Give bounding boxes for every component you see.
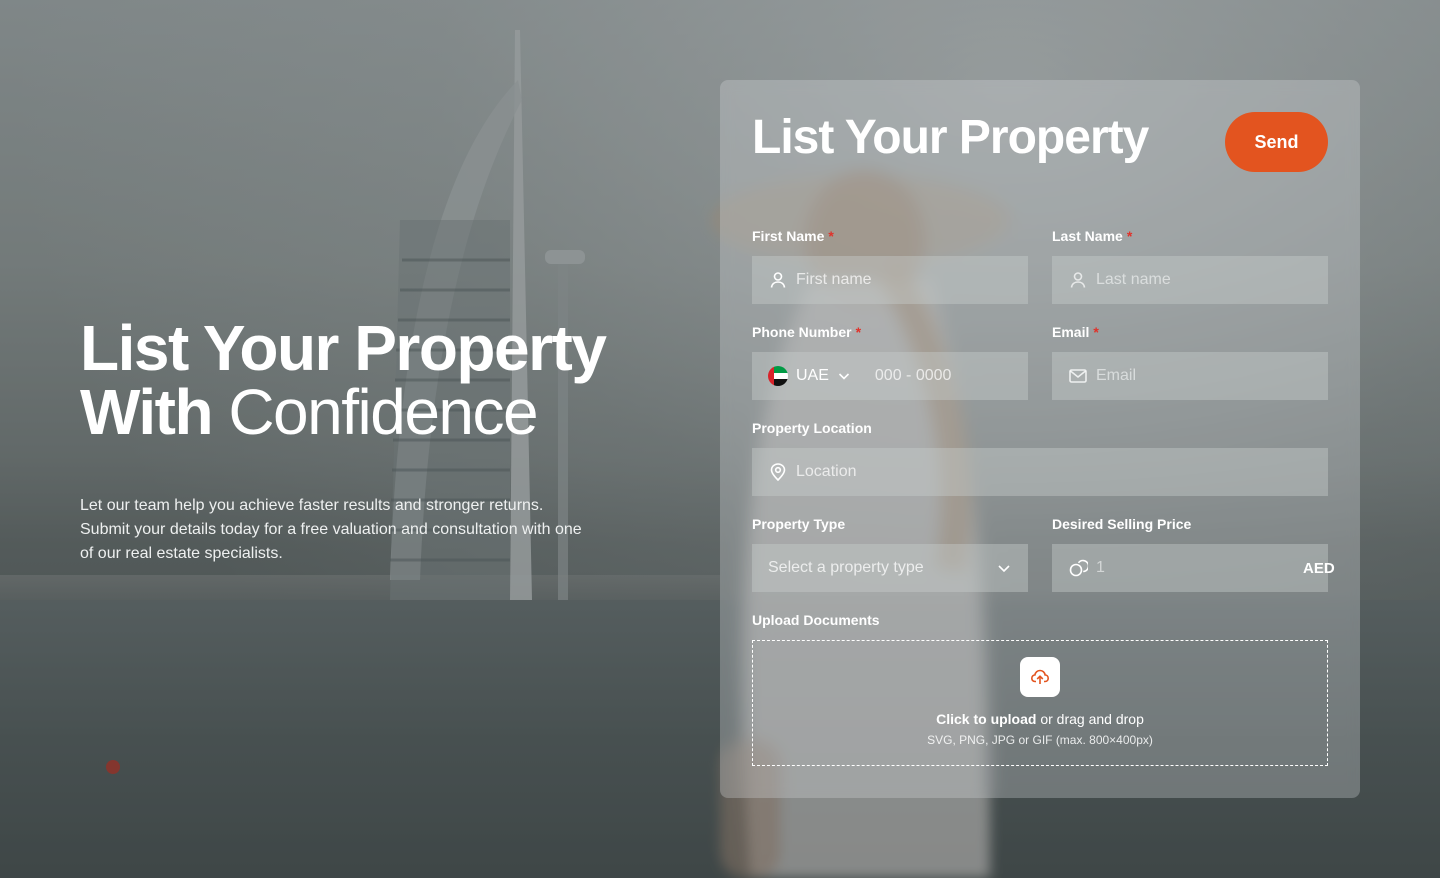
email-label: Email * (1052, 324, 1099, 340)
first-name-label: First Name * (752, 228, 834, 244)
country-code-select[interactable]: UAE (768, 366, 851, 386)
hero-section: List Your Property With Confidence Let o… (80, 316, 680, 566)
user-icon (1068, 270, 1088, 290)
hero-title-line1: List Your Property (80, 312, 607, 384)
country-code-label: UAE (796, 367, 829, 384)
list-property-form: List Your Property Send First Name* Last… (720, 80, 1360, 798)
hero-title-line2-light: Confidence (228, 376, 538, 448)
currency-label: AED (1303, 559, 1335, 577)
price-label: Desired Selling Price (1052, 516, 1192, 532)
hero-description: Let our team help you achieve faster res… (80, 497, 582, 562)
chevron-down-icon (837, 369, 851, 383)
last-name-field[interactable] (1052, 256, 1328, 304)
mail-icon (1068, 366, 1088, 386)
property-type-value: Select a property type (768, 559, 924, 576)
coins-icon (1068, 558, 1088, 578)
user-icon (768, 270, 788, 290)
required-mark: * (1126, 228, 1133, 244)
upload-file-hint: SVG, PNG, JPG or GIF (max. 800×400px) (927, 733, 1153, 747)
hero-title: List Your Property With Confidence (80, 316, 680, 444)
phone-field: UAE (752, 352, 1082, 400)
upload-instructions: Click to upload or drag and drop (936, 711, 1144, 727)
property-type-select[interactable]: Select a property type (752, 544, 1028, 592)
first-name-label-text: First Name (752, 228, 825, 244)
upload-cloud-icon (1020, 657, 1060, 697)
required-mark: * (855, 324, 862, 340)
first-name-input[interactable] (796, 271, 1012, 289)
phone-input[interactable] (874, 367, 1082, 385)
uae-flag-icon (768, 366, 788, 386)
upload-label: Upload Documents (752, 612, 880, 628)
required-mark: * (1093, 324, 1099, 340)
location-label: Property Location (752, 420, 872, 436)
send-button[interactable]: Send (1225, 112, 1328, 172)
email-label-text: Email (1052, 324, 1090, 340)
chevron-down-icon (996, 560, 1012, 576)
property-type-label: Property Type (752, 516, 846, 532)
first-name-field[interactable] (752, 256, 1028, 304)
map-pin-icon (768, 462, 788, 482)
last-name-label-text: Last Name (1052, 228, 1123, 244)
last-name-label: Last Name * (1052, 228, 1132, 244)
price-field: AED (1052, 544, 1335, 592)
email-input[interactable] (1096, 367, 1312, 385)
required-mark: * (828, 228, 834, 244)
form-title: List Your Property (752, 111, 1149, 164)
phone-label-text: Phone Number (752, 324, 852, 340)
location-input[interactable] (796, 463, 1312, 481)
location-field[interactable] (752, 448, 1328, 496)
drag-drop-text: or drag and drop (1040, 711, 1144, 727)
price-input[interactable] (1096, 559, 1303, 577)
email-field[interactable] (1052, 352, 1328, 400)
upload-dropzone[interactable]: Click to upload or drag and drop SVG, PN… (752, 640, 1328, 766)
last-name-input[interactable] (1096, 271, 1312, 289)
phone-label: Phone Number * (752, 324, 861, 340)
hero-title-line2-bold: With (80, 376, 214, 448)
click-to-upload-link[interactable]: Click to upload (936, 711, 1036, 727)
